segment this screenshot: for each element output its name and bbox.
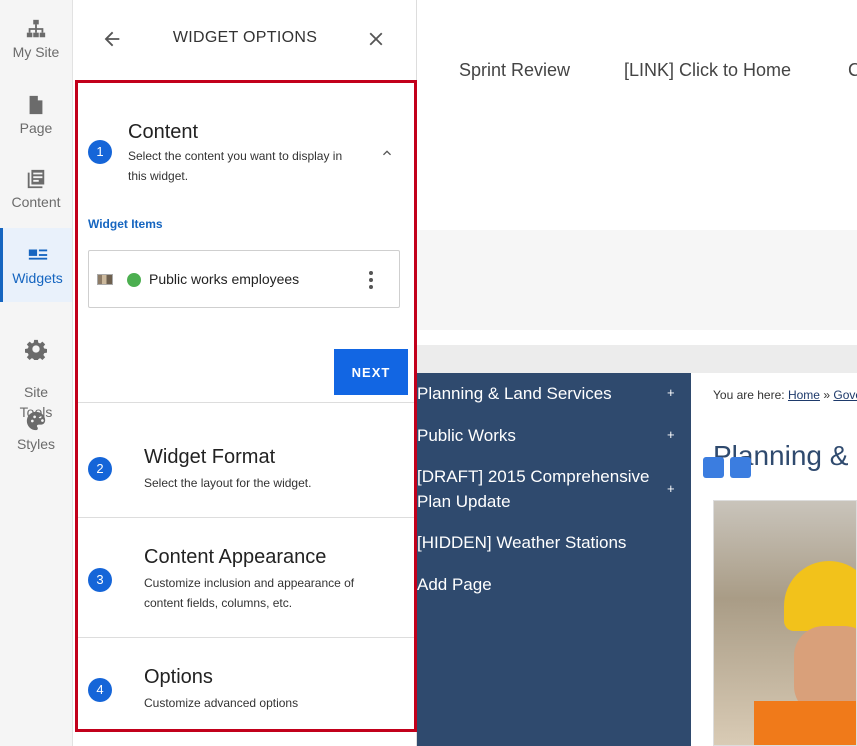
sidenav-item[interactable]: [DRAFT] 2015 Comprehensive Plan Update (417, 464, 652, 514)
steps-highlight: 1 Content Select the content you want to… (75, 80, 417, 732)
breadcrumb: You are here: Home » Gove (713, 388, 857, 402)
step-title: Options (144, 666, 213, 688)
sidenav-item[interactable]: Planning & Land Services (417, 381, 657, 406)
more-vert-icon[interactable] (365, 269, 377, 291)
step-description: Customize inclusion and appearance of co… (144, 576, 355, 610)
step-description: Customize advanced options (144, 696, 299, 710)
breadcrumb-separator: » (823, 388, 831, 402)
step-content: 1 Content Select the content you want to… (78, 83, 414, 403)
step-number: 2 (88, 457, 112, 481)
widget-options-panel: WIDGET OPTIONS 1 Content Select the cont… (73, 0, 417, 746)
chevron-up-icon[interactable] (379, 145, 395, 161)
widget-item-name: Public works employees (149, 271, 300, 287)
expand-plus-icon[interactable]: + (667, 481, 675, 496)
rail-item-my-site[interactable]: My Site (0, 18, 72, 62)
step-content-appearance[interactable]: 3 Content Appearance Customize inclusion… (78, 518, 414, 638)
rail-item-label: Styles (16, 436, 56, 452)
panel-header: WIDGET OPTIONS (73, 0, 417, 78)
palette-icon (26, 411, 46, 431)
widget-item[interactable]: Public works employees (88, 250, 400, 308)
thumbnail-image (97, 274, 113, 285)
status-dot (127, 273, 141, 287)
hard-hat-shape (784, 561, 856, 631)
side-navigation: Planning & Land Services + Public Works … (417, 373, 691, 746)
topnav-item[interactable]: Sprint Review (459, 60, 570, 81)
breadcrumb-prefix: You are here: (713, 388, 785, 402)
step-widget-format[interactable]: 2 Widget Format Select the layout for th… (78, 403, 414, 518)
breadcrumb-home-link[interactable]: Home (788, 388, 820, 402)
rail-item-page[interactable]: Page (0, 94, 72, 138)
top-navigation: Sprint Review [LINK] Click to Home C (417, 60, 857, 84)
rail-item-label: Page (19, 120, 53, 136)
page-icon (29, 95, 43, 115)
vest-shape (754, 701, 856, 745)
step-title: Widget Format (144, 446, 276, 468)
topnav-item[interactable]: [LINK] Click to Home (624, 60, 791, 81)
topnav-item[interactable]: C (848, 60, 857, 81)
step-description: Select the content you want to display i… (128, 149, 343, 183)
step-number: 1 (88, 140, 112, 164)
widgets-icon (28, 249, 47, 260)
left-rail: My Site Page Content Widgets Site Tools … (0, 0, 73, 746)
sidenav-item[interactable]: [HIDDEN] Weather Stations (417, 530, 657, 555)
expand-plus-icon[interactable]: + (667, 427, 675, 442)
step-title[interactable]: Content (128, 121, 198, 144)
rail-item-content[interactable]: Content (0, 168, 72, 212)
rail-item-label: My Site (12, 44, 60, 60)
step-number: 4 (88, 678, 112, 702)
step-options[interactable]: 4 Options Customize advanced options (78, 638, 414, 729)
step-number: 3 (88, 568, 112, 592)
move-icon[interactable] (703, 457, 724, 478)
rail-item-widgets[interactable]: Widgets (0, 228, 72, 302)
sitemap-icon (26, 19, 46, 38)
divider-band (417, 345, 857, 373)
rail-item-site-tools[interactable]: Site Tools (0, 318, 72, 422)
banner-area (417, 230, 857, 330)
close-icon[interactable] (365, 28, 387, 50)
rail-item-label: Content (11, 194, 61, 210)
sidenav-item[interactable]: Add Page (417, 572, 657, 597)
step-description: Select the layout for the widget. (144, 476, 312, 490)
sidenav-item[interactable]: Public Works (417, 423, 657, 448)
site-preview: Sprint Review [LINK] Click to Home C Pla… (417, 0, 857, 746)
hero-photo (713, 500, 857, 746)
list-icon[interactable] (730, 457, 751, 478)
step-title: Content Appearance (144, 546, 327, 568)
gear-icon (25, 339, 47, 360)
breadcrumb-next-link[interactable]: Gove (833, 388, 857, 402)
expand-plus-icon[interactable]: + (667, 385, 675, 400)
content-icon (27, 169, 45, 189)
rail-item-styles[interactable]: Styles (0, 410, 72, 454)
rail-item-label: Widgets (12, 270, 63, 286)
widget-items-label: Widget Items (88, 217, 163, 231)
next-button[interactable]: NEXT (334, 349, 408, 395)
